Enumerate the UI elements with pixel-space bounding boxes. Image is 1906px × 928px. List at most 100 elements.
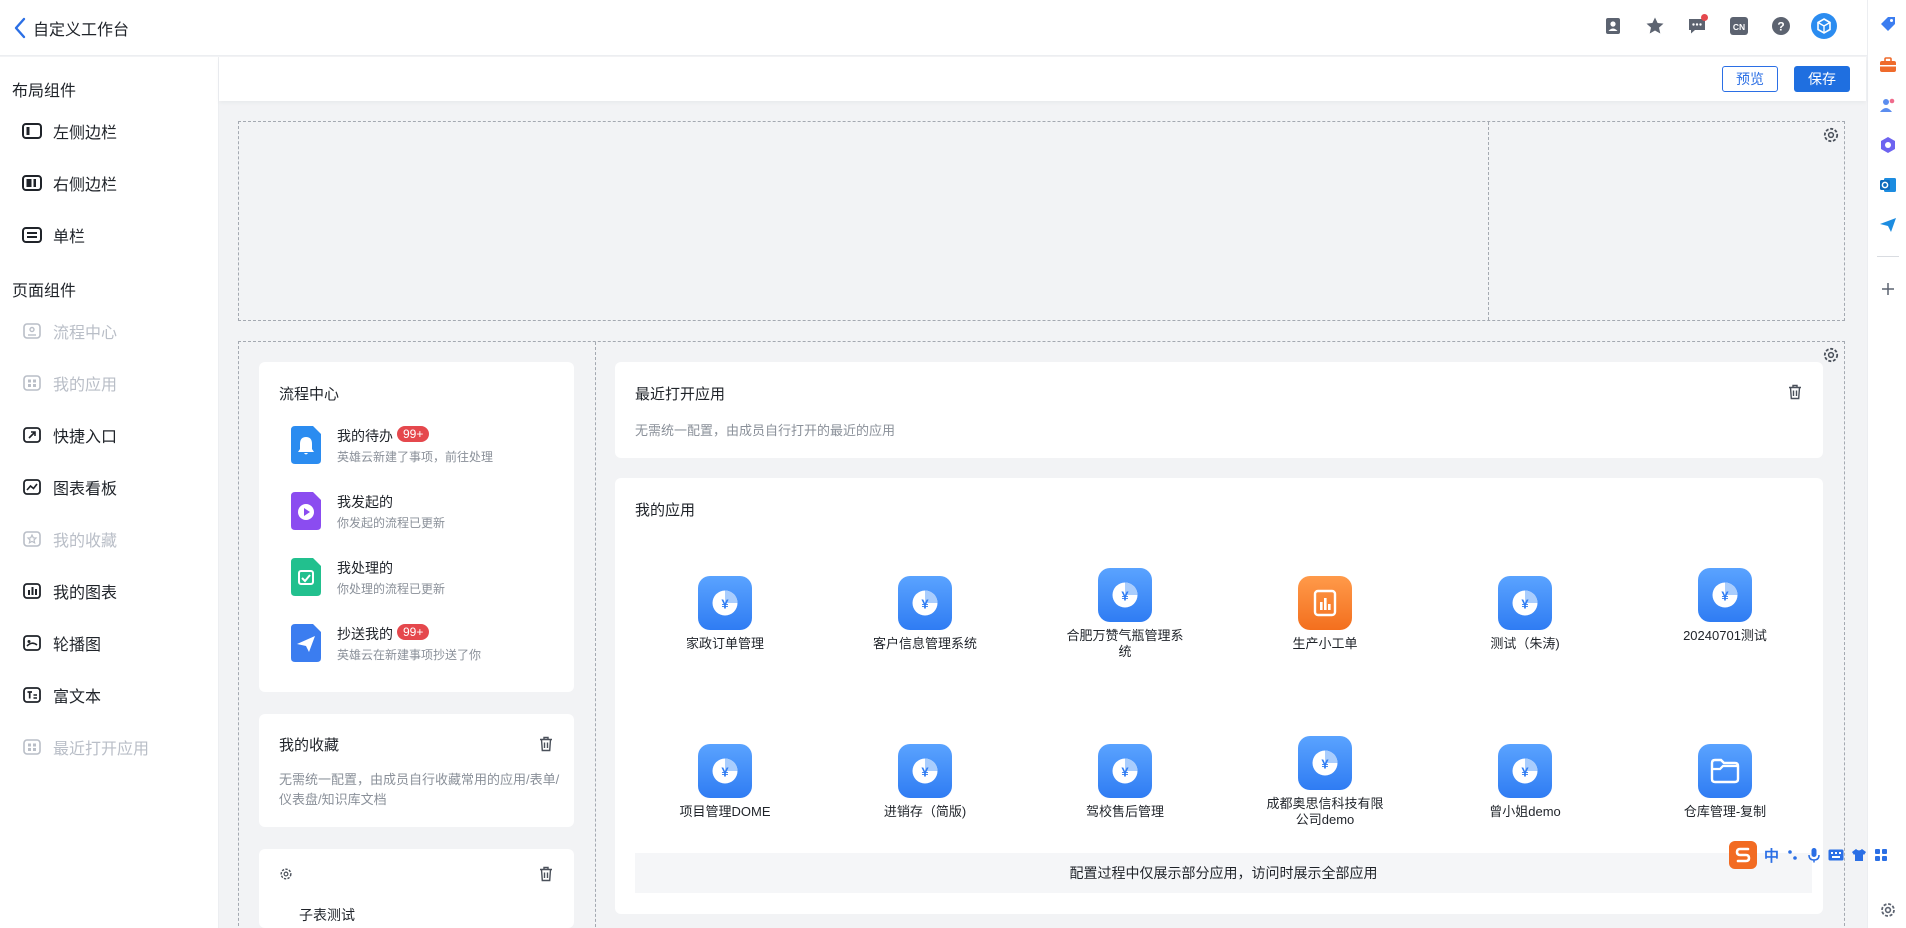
flow-item-todo[interactable]: 我的待办 99+ 英雄云新建了事项，前往处理	[291, 420, 541, 468]
sidebar-item-left-sidebar[interactable]: 左侧边栏	[22, 119, 117, 143]
add-icon[interactable]	[1878, 279, 1898, 299]
trash-icon[interactable]	[539, 866, 553, 882]
svg-text:¥: ¥	[921, 597, 929, 612]
shortcut-icon	[22, 425, 42, 445]
microphone-icon[interactable]	[1807, 847, 1821, 863]
svg-text:¥: ¥	[1121, 589, 1129, 604]
ime-logo-icon[interactable]	[1729, 841, 1757, 869]
gear-icon[interactable]	[1822, 126, 1840, 144]
language-cn-icon[interactable]: CN	[1727, 14, 1751, 38]
app-name: 合肥万赞气瓶管理系统	[1066, 628, 1184, 659]
sidebar-item-my-apps: 我的应用	[22, 371, 117, 395]
card-title: 我的收藏	[279, 737, 340, 754]
star-icon[interactable]	[1643, 14, 1667, 38]
play-icon	[291, 492, 321, 530]
users-icon[interactable]	[1878, 95, 1898, 115]
rail-divider	[1877, 256, 1899, 257]
trash-icon[interactable]	[539, 736, 553, 752]
yuan-app-icon: ¥	[1098, 744, 1152, 798]
keyboard-icon[interactable]	[1828, 849, 1844, 861]
ime-language[interactable]: 中	[1764, 845, 1779, 866]
column-divider	[595, 342, 596, 928]
app-tile[interactable]: 生产小工单	[1240, 576, 1410, 652]
app-tile[interactable]: ¥20240701测试	[1640, 568, 1810, 644]
app-tile[interactable]: ¥ 测试（朱涛)	[1440, 576, 1610, 652]
recent-apps-icon	[22, 737, 42, 757]
layout-row-empty[interactable]	[238, 121, 1845, 321]
app-name: 曾小姐demo	[1489, 804, 1561, 819]
app-tile[interactable]: ¥ 合肥万赞气瓶管理系统	[1040, 568, 1210, 660]
my-apps-card: 我的应用 ¥ 家政订单管理 ¥ 客户信息管理系统 ¥ 合肥万赞气瓶管理系统 生产小工单 ¥ 测试…	[615, 478, 1823, 914]
apps-notice: 配置过程中仅展示部分应用，访问时展示全部应用	[635, 853, 1812, 893]
app-tile[interactable]: ¥ 客户信息管理系统	[840, 576, 1010, 652]
single-column-icon	[22, 225, 42, 245]
sidebar-item-single-column[interactable]: 单栏	[22, 223, 85, 247]
back-button[interactable]: 自定义工作台	[14, 16, 129, 40]
toolbox-icon[interactable]	[1878, 55, 1898, 75]
svg-text:¥: ¥	[721, 597, 729, 612]
app-tile[interactable]: 仓库管理-复制	[1640, 744, 1810, 820]
app-tile[interactable]: ¥ 成都奥思信科技有限公司demo	[1240, 736, 1410, 828]
sidebar-item-rich-text[interactable]: 富文本	[22, 683, 101, 707]
folder-app-icon	[1698, 744, 1752, 798]
card-title: 流程中心	[279, 386, 340, 403]
app-tile[interactable]: ¥ 驾校售后管理	[1040, 744, 1210, 820]
help-icon[interactable]: ?	[1769, 14, 1793, 38]
app-tile[interactable]: ¥ 进销存（简版)	[840, 744, 1010, 820]
app-tile[interactable]: ¥ 项目管理DOME	[640, 744, 810, 820]
svg-text:?: ?	[1777, 20, 1784, 34]
carousel-icon	[22, 633, 42, 653]
yuan-app-icon: ¥	[698, 576, 752, 630]
outlook-icon[interactable]	[1878, 175, 1898, 195]
tag-icon[interactable]	[1878, 15, 1898, 35]
user-avatar[interactable]	[1811, 13, 1837, 39]
bell-icon	[291, 426, 321, 464]
svg-text:CN: CN	[1733, 22, 1745, 32]
app-tile[interactable]: ¥ 曾小姐demo	[1440, 744, 1610, 820]
column-divider	[1488, 122, 1489, 320]
app-name: 20240701测试	[1683, 628, 1767, 643]
flow-item-cc[interactable]: 抄送我的 99+ 英雄云在新建事项抄送了你	[291, 618, 541, 666]
message-icon[interactable]	[1685, 14, 1709, 38]
copilot-icon[interactable]	[1878, 135, 1898, 155]
recent-apps-card: 最近打开应用 无需统一配置，由成员自行打开的最近的应用	[615, 362, 1823, 458]
preview-button[interactable]: 预览	[1722, 66, 1778, 92]
gear-icon[interactable]	[279, 867, 293, 881]
svg-text:¥: ¥	[1721, 589, 1729, 604]
left-sidebar-icon	[22, 121, 42, 141]
yuan-app-icon: ¥	[1498, 744, 1552, 798]
card-desc: 无需统一配置，由成员自行收藏常用的应用/表单/仪表盘/知识库文档	[279, 772, 560, 807]
app-name: 仓库管理-复制	[1683, 804, 1767, 819]
trash-icon[interactable]	[1788, 384, 1802, 400]
top-bar: 自定义工作台 CN ?	[0, 0, 1867, 56]
sidebar-item-my-charts[interactable]: 我的图表	[22, 579, 117, 603]
sidebar-item-right-sidebar[interactable]: 右侧边栏	[22, 171, 117, 195]
card-title: 最近打开应用	[635, 386, 726, 403]
flow-item-processed[interactable]: 我处理的 你处理的流程已更新	[291, 552, 541, 600]
settings-icon[interactable]	[1878, 900, 1898, 920]
report-app-icon	[1298, 576, 1352, 630]
send-icon[interactable]	[1878, 215, 1898, 235]
layout-section-title: 布局组件	[12, 83, 77, 100]
sidebar-item-shortcut[interactable]: 快捷入口	[22, 423, 117, 447]
ime-toolbar: 中	[1729, 838, 1906, 872]
punctuation-icon[interactable]	[1786, 848, 1800, 862]
rich-text-icon	[22, 685, 42, 705]
yuan-app-icon: ¥	[898, 744, 952, 798]
favorite-star-icon	[22, 529, 42, 549]
paper-plane-icon	[291, 624, 321, 662]
save-button[interactable]: 保存	[1794, 66, 1850, 92]
app-name: 生产小工单	[1292, 636, 1358, 651]
svg-text:¥: ¥	[1321, 757, 1329, 772]
app-tile[interactable]: ¥ 家政订单管理	[640, 576, 810, 652]
yuan-app-icon: ¥	[698, 744, 752, 798]
sidebar-item-chart-board[interactable]: 图表看板	[22, 475, 117, 499]
svg-text:¥: ¥	[721, 765, 729, 780]
gear-icon[interactable]	[1822, 346, 1840, 364]
contacts-icon[interactable]	[1601, 14, 1625, 38]
skin-shirt-icon[interactable]	[1851, 848, 1867, 862]
toolbox-grid-icon[interactable]	[1874, 848, 1888, 862]
svg-text:¥: ¥	[1521, 597, 1529, 612]
flow-item-initiated[interactable]: 我发起的 你发起的流程已更新	[291, 486, 541, 534]
sidebar-item-carousel[interactable]: 轮播图	[22, 631, 101, 655]
